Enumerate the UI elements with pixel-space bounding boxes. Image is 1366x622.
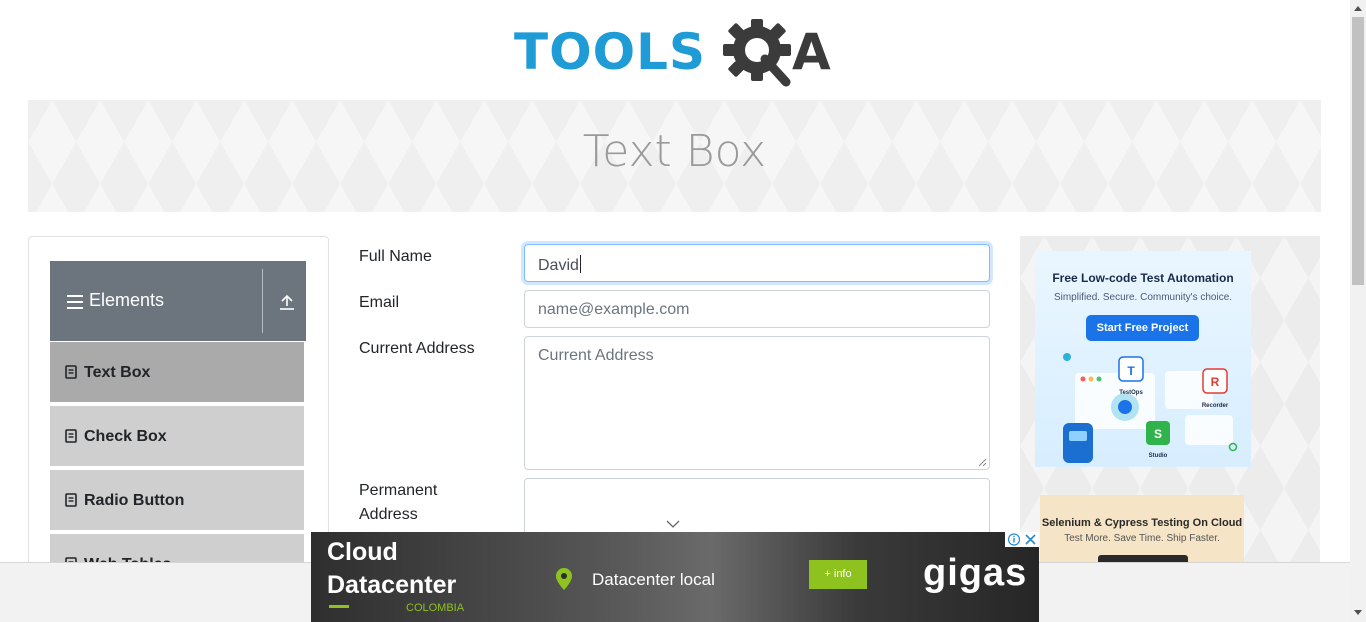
current-address-label: Current Address xyxy=(359,340,475,357)
ad-info-button[interactable]: + info xyxy=(809,560,867,589)
location-pin-icon xyxy=(556,568,572,590)
scroll-thumb[interactable] xyxy=(1352,17,1364,285)
chevron-down-icon[interactable] xyxy=(666,520,680,528)
full-name-input[interactable]: David xyxy=(524,244,990,282)
svg-text:R: R xyxy=(1211,375,1220,389)
page-banner: Text Box xyxy=(28,100,1321,212)
svg-text:S: S xyxy=(1154,427,1162,441)
header-divider xyxy=(262,269,263,333)
ad-title: Cloud Datacenter xyxy=(327,538,457,599)
ad-country: COLOMBIA xyxy=(406,602,465,614)
sidebar-item-radio-button[interactable]: Radio Button xyxy=(50,470,304,532)
toolsqa-logo[interactable]: TOOLS A xyxy=(514,14,838,92)
svg-text:T: T xyxy=(1127,364,1135,378)
document-icon xyxy=(65,365,77,379)
ad-label-studio: Studio xyxy=(1149,453,1168,459)
current-address-textarea[interactable]: Current Address xyxy=(524,336,990,470)
ad-subtitle: Simplified. Secure. Community's choice. xyxy=(1053,292,1233,303)
scroll-up-icon[interactable] xyxy=(1354,6,1362,11)
ad-accent-line xyxy=(329,605,349,608)
ad-choices-close-icon[interactable] xyxy=(1005,532,1039,547)
current-address-placeholder: Current Address xyxy=(538,347,654,364)
ad-brand-logo: gigas xyxy=(923,552,1028,594)
full-name-label: Full Name xyxy=(359,248,432,265)
ad-label-recorder: Recorder xyxy=(1202,403,1229,409)
sidebar-item-text-box[interactable]: Text Box xyxy=(50,342,304,404)
ad-middle-text: Datacenter local xyxy=(592,570,715,589)
ad-testops-banner[interactable]: Free Low-code Test Automation Simplified… xyxy=(1035,251,1251,467)
collapse-up-icon[interactable] xyxy=(278,293,296,311)
permanent-address-label-line1: Permanent xyxy=(359,482,438,499)
sidebar-item-label: Radio Button xyxy=(84,492,185,509)
logo-text-a: A xyxy=(792,23,831,81)
ad-title: Selenium & Cypress Testing On Cloud xyxy=(1041,517,1243,529)
document-icon xyxy=(65,493,77,507)
sidebar-item-label: Text Box xyxy=(84,364,151,381)
permanent-address-label-line2: Address xyxy=(359,506,418,523)
text-caret xyxy=(579,255,581,273)
logo-text-tools: TOOLS xyxy=(514,23,706,81)
page-scrollbar[interactable] xyxy=(1350,0,1366,622)
sidebar-item-label: Check Box xyxy=(84,428,167,445)
email-input[interactable]: name@example.com xyxy=(524,290,990,328)
full-name-value: David xyxy=(538,257,579,274)
sidebar-group-title: Elements xyxy=(89,290,165,310)
ad-title: Free Low-code Test Automation xyxy=(1052,271,1234,285)
sidebar-item-check-box[interactable]: Check Box xyxy=(50,406,304,468)
scroll-down-icon[interactable] xyxy=(1354,610,1362,615)
resize-grip-icon[interactable] xyxy=(978,458,987,467)
gear-magnifier-icon xyxy=(723,19,791,87)
bottom-ad-banner[interactable]: Cloud Datacenter COLOMBIA Datacenter loc… xyxy=(311,532,1039,622)
sidebar-group-elements[interactable]: Elements xyxy=(50,261,306,341)
email-placeholder: name@example.com xyxy=(538,301,690,318)
email-label: Email xyxy=(359,294,400,311)
hamburger-icon xyxy=(67,295,83,309)
page: TOOLS A Text Box Elements Text Box Check… xyxy=(0,0,1366,622)
ad-cta-button[interactable]: Start Free Project xyxy=(1086,315,1199,341)
sidebar: Elements Text Box Check Box Radio Button… xyxy=(28,236,329,596)
ad-illustration: T TestOps R Recorder S Studio xyxy=(1063,353,1238,463)
ad-subtitle: Test More. Save Time. Ship Faster. xyxy=(1064,533,1220,544)
document-icon xyxy=(65,429,77,443)
page-title: Text Box xyxy=(582,126,767,177)
